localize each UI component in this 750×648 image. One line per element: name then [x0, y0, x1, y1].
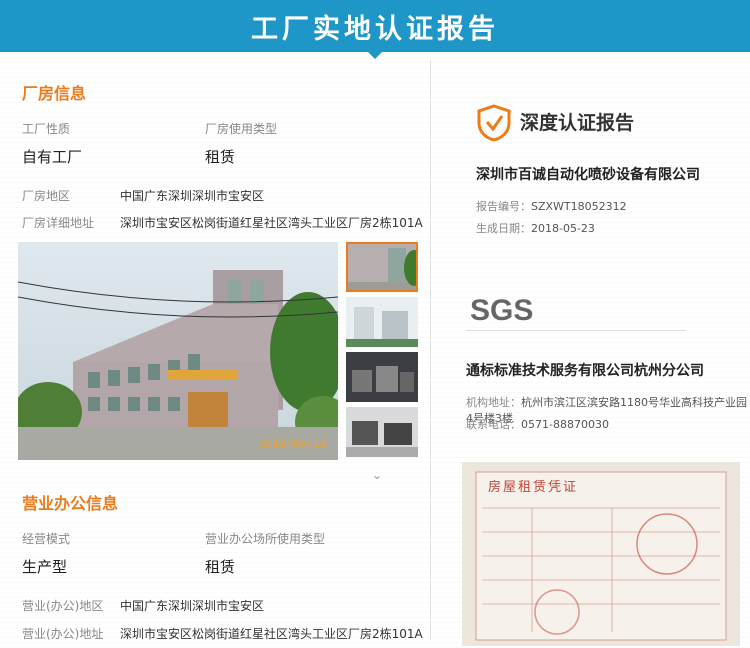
agency-phone-value: 0571-88870030 [521, 418, 609, 431]
report-date-label: 生成日期： [476, 222, 531, 235]
office-mode-value: 生产型 [22, 558, 68, 576]
factory-address-label: 厂房详细地址 [22, 216, 95, 230]
report-number-label: 报告编号： [476, 200, 531, 213]
report-number-value: SZXWT18052312 [531, 200, 627, 213]
office-address-label: 营业(办公)地址 [22, 627, 104, 641]
page-banner: 工厂实地认证报告 [0, 0, 750, 59]
chevron-down-icon[interactable]: ⌄ [372, 468, 382, 482]
office-usage-value: 租赁 [205, 558, 236, 576]
report-number: 报告编号：SZXWT18052312 [476, 198, 627, 214]
certificate-heading: 房屋租赁凭证 [488, 480, 579, 495]
photo-date-stamp: 2018/05/23 [259, 437, 326, 450]
report-date-value: 2018-05-23 [531, 222, 595, 235]
banner-notch [367, 51, 383, 59]
thumbnail-1[interactable] [346, 242, 418, 292]
factory-region-label: 厂房地区 [22, 189, 71, 203]
office-usage-label: 营业办公场所使用类型 [205, 532, 326, 546]
thumbnail-3[interactable] [346, 352, 418, 402]
report-panel: 深度认证报告 深圳市百诚自动化喷砂设备有限公司 报告编号：SZXWT180523… [430, 52, 750, 648]
report-title: 深度认证报告 [520, 112, 635, 134]
report-company-name: 深圳市百诚自动化喷砂设备有限公司 [476, 167, 700, 183]
factory-building-image [18, 242, 338, 460]
office-section-title: 营业办公信息 [22, 494, 119, 513]
factory-nature-label: 工厂性质 [22, 122, 71, 136]
agency-phone-label: 联系电话： [466, 418, 521, 431]
sgs-logo: SGS [470, 294, 533, 326]
factory-region-value: 中国广东深圳深圳市宝安区 [120, 189, 265, 203]
factory-main-photo[interactable]: 2018/05/23 [18, 242, 338, 460]
lease-certificate-photo[interactable]: 房屋租赁凭证 [462, 462, 740, 646]
report-date: 生成日期：2018-05-23 [476, 220, 595, 236]
factory-address-value: 深圳市宝安区松岗街道红星社区湾头工业区厂房2栋101A [120, 216, 423, 230]
sgs-underline [466, 330, 686, 331]
factory-section-title: 厂房信息 [22, 84, 87, 103]
agency-company-name: 通标标准技术服务有限公司杭州分公司 [466, 363, 704, 379]
agency-phone: 联系电话：0571-88870030 [466, 416, 609, 432]
thumbnail-2[interactable] [346, 297, 418, 347]
factory-usage-value: 租赁 [205, 148, 236, 166]
factory-info-panel: 厂房信息 工厂性质 厂房使用类型 自有工厂 租赁 厂房地区 中国广东深圳深圳市宝… [0, 52, 430, 648]
agency-address-label: 机构地址： [466, 396, 521, 409]
shield-check-icon [477, 104, 511, 142]
factory-usage-label: 厂房使用类型 [205, 122, 278, 136]
thumbnail-4[interactable] [346, 407, 418, 457]
sgs-logo-text: SGS [470, 294, 533, 326]
office-region-value: 中国广东深圳深圳市宝安区 [120, 599, 265, 613]
office-region-label: 营业(办公)地区 [22, 599, 104, 613]
office-address-value: 深圳市宝安区松岗街道红星社区湾头工业区厂房2栋101A [120, 627, 423, 641]
factory-nature-value: 自有工厂 [22, 148, 83, 166]
page-title: 工厂实地认证报告 [251, 13, 499, 45]
office-mode-label: 经营模式 [22, 532, 71, 546]
